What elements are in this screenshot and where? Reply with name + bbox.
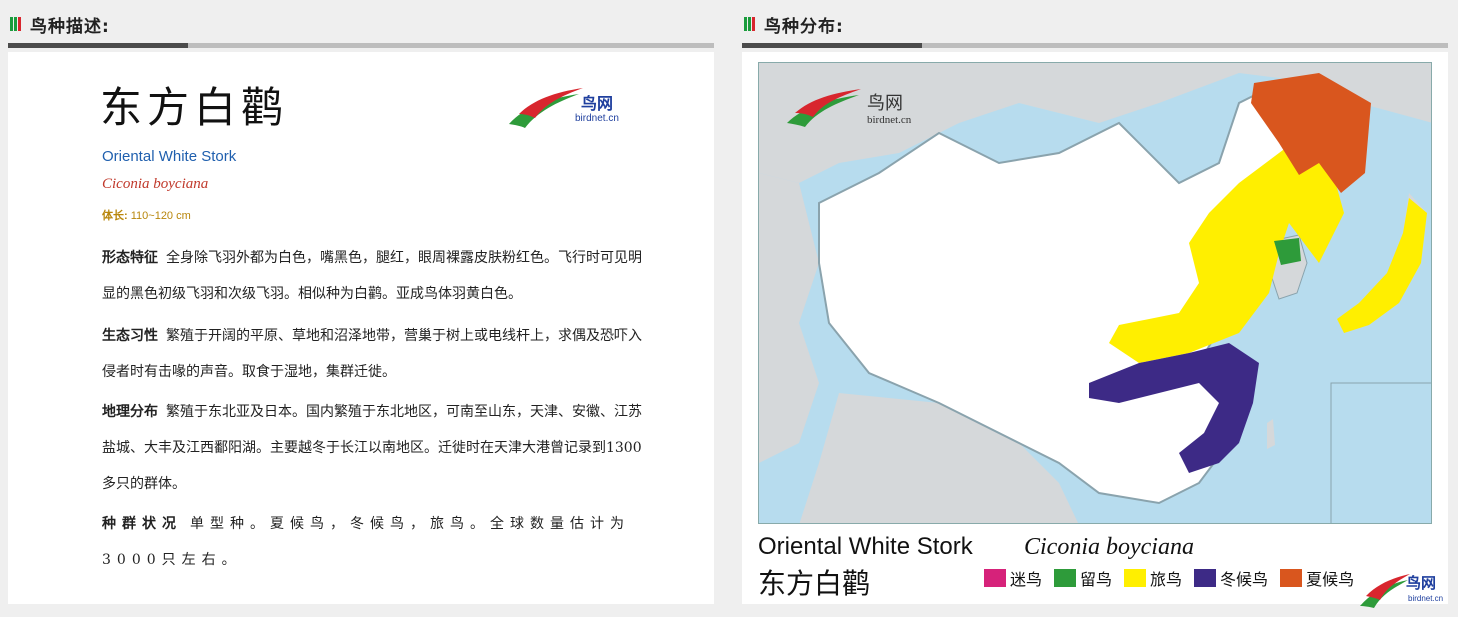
paragraph-ecology: 生态习性 繁殖于开阔的平原、草地和沼泽地带，营巢于树上或电线杆上，求偶及恐吓入侵者… <box>102 318 642 390</box>
paragraph-key: 生态习性 <box>102 328 158 344</box>
corner-birdnet-logo: 鸟网 birdnet.cn <box>1358 572 1458 612</box>
logo-url: birdnet.cn <box>867 114 912 126</box>
map-species-name-latin: Ciconia boyciana <box>1024 534 1194 560</box>
legend-label: 留鸟 <box>1080 570 1113 589</box>
description-body: 形态特征 全身除飞羽外都为白色，嘴黑色，腿红，眼周裸露皮肤粉红色。飞行时可见明显的… <box>102 240 642 578</box>
legend-label: 冬候鸟 <box>1220 570 1269 589</box>
legend-swatch <box>1194 569 1217 587</box>
description-section-header: 鸟种描述: <box>10 10 110 38</box>
flag-icon <box>10 17 21 31</box>
body-length-label: 体长: <box>102 210 128 222</box>
logo-text-cn: 鸟网 <box>867 93 903 114</box>
legend-item-summer: 夏候鸟 <box>1280 566 1354 590</box>
map-species-name-cn: 东方白鹳 <box>758 567 871 600</box>
distribution-header-underline <box>742 43 1448 48</box>
distribution-map-card: 鸟网 birdnet.cn Oriental White Stork Cicon… <box>742 52 1448 604</box>
flag-icon <box>744 17 755 31</box>
description-heading: 鸟种描述: <box>30 16 110 37</box>
map-birdnet-logo: 鸟网 birdnet.cn <box>783 87 923 131</box>
paragraph-key: 形态特征 <box>102 250 158 266</box>
logo-url: birdnet.cn <box>1408 594 1444 603</box>
distribution-section-header: 鸟种分布: <box>744 10 844 38</box>
legend-swatch <box>1280 569 1303 587</box>
logo-url: birdnet.cn <box>575 113 619 124</box>
paragraph-key: 地理分布 <box>102 404 158 420</box>
bird-swoosh-icon <box>787 89 861 127</box>
map-legend: 迷鸟 留鸟 旅鸟 冬候鸟 夏候鸟 <box>984 566 1354 590</box>
legend-swatch <box>984 569 1006 587</box>
paragraph-key: 种群状况 <box>102 516 182 532</box>
bird-swoosh-icon <box>509 88 583 128</box>
paragraph-population: 种群状况 单型种。夏候鸟，冬候鸟，旅鸟。全球数量估计为3000只左右。 <box>102 506 642 578</box>
legend-swatch <box>1124 569 1147 587</box>
description-header-underline <box>8 43 714 48</box>
body-length: 体长: 110~120 cm <box>102 207 191 223</box>
species-title-cn: 东方白鹳 <box>100 83 289 132</box>
map-species-name-en: Oriental White Stork <box>758 533 973 560</box>
legend-item-resident: 留鸟 <box>1054 566 1112 590</box>
paragraph-morphology: 形态特征 全身除飞羽外都为白色，嘴黑色，腿红，眼周裸露皮肤粉红色。飞行时可见明显的… <box>102 240 642 312</box>
birdnet-logo: 鸟网 birdnet.cn <box>505 84 635 134</box>
species-name-latin: Ciconia boyciana <box>102 176 209 192</box>
distribution-map: 鸟网 birdnet.cn <box>758 62 1432 524</box>
china-map-graphic <box>759 63 1431 523</box>
logo-text-cn: 鸟网 <box>581 94 614 113</box>
legend-label: 夏候鸟 <box>1306 570 1355 589</box>
paragraph-text: 繁殖于东北亚及日本。国内繁殖于东北地区，可南至山东，天津、安徽、江苏盐城、大丰及… <box>102 404 642 492</box>
distribution-heading: 鸟种分布: <box>764 16 844 37</box>
legend-item-vagrant: 迷鸟 <box>984 566 1042 590</box>
legend-swatch <box>1054 569 1077 587</box>
body-length-value: 110~120 cm <box>130 210 191 222</box>
paragraph-text: 全身除飞羽外都为白色，嘴黑色，腿红，眼周裸露皮肤粉红色。飞行时可见明显的黑色初级… <box>102 250 642 302</box>
legend-item-passage: 旅鸟 <box>1124 566 1182 590</box>
legend-label: 迷鸟 <box>1010 570 1043 589</box>
bird-swoosh-icon <box>1360 574 1410 608</box>
legend-label: 旅鸟 <box>1150 570 1183 589</box>
species-name-en: Oriental White Stork <box>102 148 237 165</box>
legend-item-winter: 冬候鸟 <box>1194 566 1268 590</box>
species-description-card: 东方白鹳 鸟网 birdnet.cn Oriental White Stork … <box>8 52 714 604</box>
paragraph-text: 繁殖于开阔的平原、草地和沼泽地带，营巢于树上或电线杆上，求偶及恐吓入侵者时有击喙… <box>102 328 642 380</box>
paragraph-distribution: 地理分布 繁殖于东北亚及日本。国内繁殖于东北地区，可南至山东，天津、安徽、江苏盐城… <box>102 394 642 502</box>
logo-text-cn: 鸟网 <box>1406 574 1437 592</box>
